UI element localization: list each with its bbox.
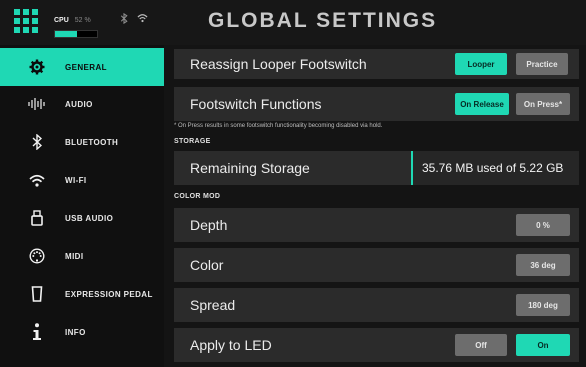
apply-to-led-row: Apply to LED Off On (174, 328, 579, 362)
sidebar-item-label: USB AUDIO (65, 213, 114, 223)
expression-pedal-icon (25, 286, 49, 302)
sidebar-item-label: AUDIO (65, 99, 93, 109)
sidebar-item-label: BLUETOOTH (65, 137, 119, 147)
sidebar-item-midi[interactable]: MIDI (0, 237, 164, 275)
depth-value-button[interactable]: 0 % (516, 214, 570, 236)
sidebar-item-general[interactable]: GENERAL (0, 48, 164, 86)
on-press-button[interactable]: On Press* (516, 93, 570, 115)
storage-section-header: STORAGE (174, 138, 211, 145)
cpu-label: CPU (54, 17, 69, 24)
depth-row: Depth 0 % (174, 208, 579, 242)
usb-icon (25, 210, 49, 226)
remaining-storage-label: Remaining Storage (190, 160, 310, 176)
remaining-storage-row: Remaining Storage 35.76 MB used of 5.22 … (174, 151, 579, 185)
spread-value-button[interactable]: 180 deg (516, 294, 570, 316)
sidebar-item-label: GENERAL (65, 62, 107, 72)
sidebar-item-usb-audio[interactable]: USB AUDIO (0, 199, 164, 237)
looper-footswitch-label: Reassign Looper Footswitch (190, 56, 367, 72)
apply-to-led-label: Apply to LED (190, 337, 272, 353)
spread-row: Spread 180 deg (174, 288, 579, 322)
wifi-icon (25, 174, 49, 187)
sidebar-item-bluetooth[interactable]: BLUETOOTH (0, 123, 164, 161)
wifi-icon (137, 13, 148, 26)
sidebar-item-label: WI-FI (65, 175, 87, 185)
color-row: Color 36 deg (174, 248, 579, 282)
cpu-percent: 52 % (74, 17, 91, 24)
top-bar: CPU 52 % GLOBAL SETTINGS (0, 0, 586, 45)
sidebar-item-label: EXPRESSION PEDAL (65, 289, 153, 299)
led-on-button[interactable]: On (516, 334, 570, 356)
sidebar-item-audio[interactable]: AUDIO (0, 85, 164, 123)
depth-label: Depth (190, 217, 228, 233)
gear-icon (25, 59, 49, 75)
looper-footswitch-row: Reassign Looper Footswitch Looper Practi… (174, 49, 579, 79)
bluetooth-icon (120, 12, 128, 27)
cpu-meter: CPU 52 % (54, 9, 110, 38)
sidebar-item-wifi[interactable]: WI-FI (0, 161, 164, 199)
looper-button[interactable]: Looper (455, 53, 507, 75)
cpu-load-fill (55, 31, 77, 37)
led-off-button[interactable]: Off (455, 334, 507, 356)
color-mod-section-header: COLOR MOD (174, 193, 221, 200)
color-value-button[interactable]: 36 deg (516, 254, 570, 276)
page-title: GLOBAL SETTINGS (208, 9, 438, 32)
sidebar-item-label: INFO (65, 327, 86, 337)
footswitch-functions-row: Footswitch Functions On Release On Press… (174, 87, 579, 121)
color-label: Color (190, 257, 224, 273)
bluetooth-icon (25, 134, 49, 150)
footswitch-footnote: * On Press results in some footswitch fu… (174, 123, 383, 129)
sidebar: GENERAL AUDIO BLUETOOTH WI-FI USB AUDIO … (0, 45, 164, 367)
sidebar-item-expression-pedal[interactable]: EXPRESSION PEDAL (0, 275, 164, 313)
practice-button[interactable]: Practice (516, 53, 568, 75)
audio-waveform-icon (25, 97, 49, 111)
info-icon (25, 323, 49, 341)
cpu-load-bar (54, 30, 98, 38)
sidebar-item-info[interactable]: INFO (0, 313, 164, 351)
grid-menu-icon[interactable] (14, 9, 38, 33)
footswitch-functions-label: Footswitch Functions (190, 96, 322, 112)
on-release-button[interactable]: On Release (455, 93, 509, 115)
storage-value: 35.76 MB used of 5.22 GB (411, 151, 579, 185)
general-settings-panel: Reassign Looper Footswitch Looper Practi… (174, 45, 586, 367)
midi-connector-icon (25, 248, 49, 264)
sidebar-item-label: MIDI (65, 251, 84, 261)
spread-label: Spread (190, 297, 236, 313)
